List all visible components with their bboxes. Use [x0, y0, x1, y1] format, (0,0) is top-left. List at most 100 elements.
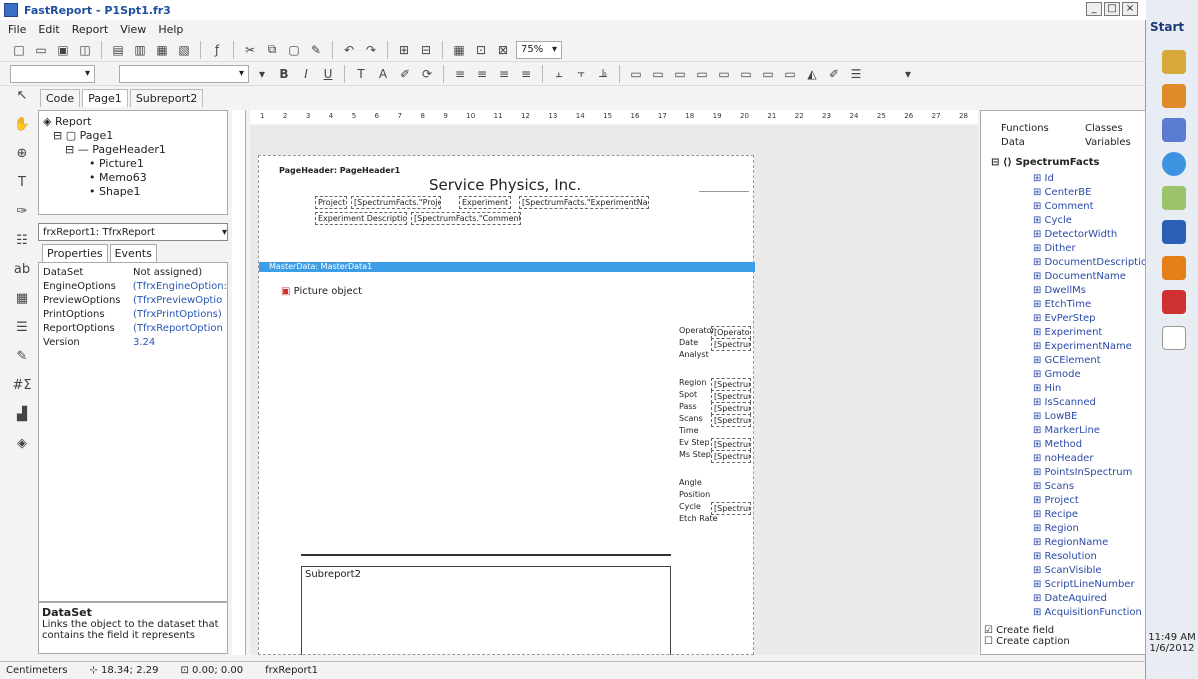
frame-style-icon[interactable]: ▭: [781, 65, 799, 83]
picture-object[interactable]: ▣ Picture object: [281, 286, 362, 297]
system-text-icon[interactable]: #Σ: [11, 378, 33, 398]
save-icon[interactable]: ▣: [54, 41, 72, 59]
chart-object-icon[interactable]: ▟: [11, 407, 33, 427]
tab-subreport2[interactable]: Subreport2: [129, 89, 204, 107]
fastreport-icon[interactable]: [1162, 326, 1186, 350]
tab-code[interactable]: Code: [40, 89, 81, 107]
dataset-node[interactable]: ⊟ ⟨⟩ SpectrumFacts: [991, 157, 1099, 168]
tab-page1[interactable]: Page1: [82, 89, 128, 107]
label-date[interactable]: Date: [679, 338, 698, 347]
ie-icon[interactable]: [1162, 152, 1186, 176]
subreport-object-icon[interactable]: ☰: [11, 320, 33, 340]
field-item[interactable]: ⊞ Comment: [1033, 201, 1094, 212]
menu-file[interactable]: File: [8, 23, 26, 36]
field-item[interactable]: ⊞ Cycle: [1033, 215, 1072, 226]
bold-button[interactable]: B: [275, 65, 293, 83]
label-cycle[interactable]: Cycle: [679, 502, 701, 511]
field-item[interactable]: ⊞ Recipe: [1033, 509, 1078, 520]
tab-classes[interactable]: Classes: [1085, 123, 1123, 134]
style-select[interactable]: ▾: [10, 64, 95, 83]
copy-icon[interactable]: ⧉: [263, 41, 281, 59]
field-item[interactable]: ⊞ RegionName: [1033, 537, 1108, 548]
italic-button[interactable]: I: [297, 65, 315, 83]
tab-data[interactable]: Data: [1001, 137, 1025, 148]
field-item[interactable]: ⊞ Project: [1033, 495, 1079, 506]
field-item[interactable]: ⊞ GCElement: [1033, 355, 1101, 366]
field-item[interactable]: ⊞ DetectorWidth: [1033, 229, 1117, 240]
frame-top-icon[interactable]: ▭: [627, 65, 645, 83]
frame-none-icon[interactable]: ▭: [737, 65, 755, 83]
memo-project-field[interactable]: [SpectrumFacts."Project"]: [351, 196, 441, 209]
field-item[interactable]: ⊞ LowBE: [1033, 411, 1077, 422]
grid-icon[interactable]: ▦: [450, 41, 468, 59]
label-scans[interactable]: Scans: [679, 414, 703, 423]
band-tool-icon[interactable]: ☷: [11, 233, 33, 253]
memo-experiment-desc[interactable]: Experiment Description: [315, 212, 407, 225]
page-header-band-label[interactable]: PageHeader: PageHeader1: [279, 166, 400, 175]
field-item[interactable]: ⊞ IsScanned: [1033, 397, 1096, 408]
new-icon[interactable]: □: [10, 41, 28, 59]
format-copy-tool-icon[interactable]: ✑: [11, 204, 33, 224]
frame-right-icon[interactable]: ▭: [693, 65, 711, 83]
property-row[interactable]: DataSet Not assigned): [43, 267, 227, 281]
field-item[interactable]: ⊞ Dither: [1033, 243, 1076, 254]
label-position[interactable]: Position: [679, 490, 710, 499]
tab-properties[interactable]: Properties: [42, 244, 108, 263]
picture-object-icon[interactable]: ▦: [11, 291, 33, 311]
subreport-object[interactable]: Subreport2: [301, 566, 671, 655]
tab-events[interactable]: Events: [109, 244, 157, 263]
tab-variables[interactable]: Variables: [1085, 137, 1131, 148]
label-region[interactable]: Region: [679, 378, 706, 387]
fit-grid-icon[interactable]: ⊠: [494, 41, 512, 59]
field-item[interactable]: ⊞ DocumentName: [1033, 271, 1126, 282]
label-operator[interactable]: Operator: [679, 326, 715, 335]
text-object-icon[interactable]: ab: [11, 262, 33, 282]
group-icon[interactable]: ⊞: [395, 41, 413, 59]
page-settings-icon[interactable]: ▧: [175, 41, 193, 59]
frame-bottom-icon[interactable]: ▭: [649, 65, 667, 83]
menu-help[interactable]: Help: [158, 23, 183, 36]
shape-object[interactable]: [699, 182, 749, 192]
create-caption-checkbox[interactable]: ☐ Create caption: [984, 636, 1070, 647]
app-blue-icon[interactable]: [1162, 118, 1186, 142]
field-item[interactable]: ⊞ Id: [1033, 173, 1054, 184]
field-item[interactable]: ⊞ noHeader: [1033, 453, 1093, 464]
tab-functions[interactable]: Functions: [1001, 123, 1049, 134]
delete-page-icon[interactable]: ▦: [153, 41, 171, 59]
design-surface[interactable]: PageHeader: PageHeader1 Service Physics,…: [250, 125, 978, 655]
field-item[interactable]: ⊞ PointsInSpectrum: [1033, 467, 1132, 478]
field-item[interactable]: ⊞ CenterBE: [1033, 187, 1091, 198]
property-row[interactable]: ReportOptions (TfrxReportOption: [43, 323, 227, 337]
label-analyst[interactable]: Analyst: [679, 350, 709, 359]
underline-button[interactable]: U: [319, 65, 337, 83]
format-painter-icon[interactable]: ✎: [307, 41, 325, 59]
value-scans[interactable]: [SpectrumF: [711, 414, 751, 427]
frame-width-dropdown-icon[interactable]: ▾: [899, 65, 917, 83]
menu-edit[interactable]: Edit: [38, 23, 59, 36]
menu-report[interactable]: Report: [72, 23, 108, 36]
create-field-checkbox[interactable]: ☑ Create field: [984, 625, 1070, 636]
memo-experiment-field[interactable]: [SpectrumFacts."ExperimentName"]: [519, 196, 649, 209]
highlight-icon[interactable]: ✐: [396, 65, 414, 83]
zoom-tool-icon[interactable]: ⊕: [11, 146, 33, 166]
label-pass[interactable]: Pass: [679, 402, 697, 411]
tree-item-memo63[interactable]: • Memo63: [89, 171, 147, 184]
field-item[interactable]: ⊞ EvPerStep: [1033, 313, 1096, 324]
frame-color-icon[interactable]: ✐: [825, 65, 843, 83]
word-icon[interactable]: [1162, 220, 1186, 244]
align-left-icon[interactable]: ≡: [451, 65, 469, 83]
font-name-select[interactable]: ▾: [119, 64, 249, 83]
memo-comment-field[interactable]: [SpectrumFacts."Comment"]: [411, 212, 521, 225]
memo-experiment[interactable]: Experiment: [459, 196, 511, 209]
field-item[interactable]: ⊞ ScanVisible: [1033, 565, 1102, 576]
field-item[interactable]: ⊞ Gmode: [1033, 369, 1081, 380]
select-tool-icon[interactable]: ↖: [11, 88, 33, 108]
align-top-icon[interactable]: ⫠: [550, 65, 568, 83]
value-cycle[interactable]: [Spectrum: [711, 502, 751, 515]
minimize-button[interactable]: _: [1086, 2, 1102, 16]
label-ms-step[interactable]: Ms Step: [679, 450, 711, 459]
field-item[interactable]: ⊞ Experiment: [1033, 327, 1102, 338]
hand-tool-icon[interactable]: ✋: [11, 117, 33, 137]
align-center-icon[interactable]: ≡: [473, 65, 491, 83]
folder-icon[interactable]: [1162, 50, 1186, 74]
